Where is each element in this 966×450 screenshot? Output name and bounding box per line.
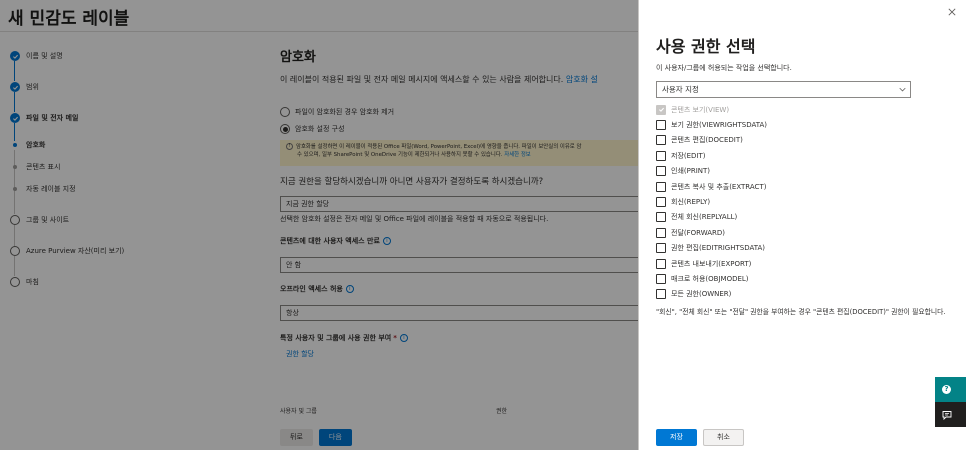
permission-label: 콘텐츠 보기(VIEW) <box>671 105 730 114</box>
panel-title: 사용 권한 선택 <box>656 37 756 56</box>
permission-label: 콘텐츠 내보내기(EXPORT) <box>671 259 752 268</box>
checkbox[interactable] <box>656 227 666 238</box>
permission-option[interactable]: 모든 권한(OWNER) <box>656 287 767 302</box>
cancel-button[interactable]: 취소 <box>703 429 744 446</box>
permission-option[interactable]: 인쇄(PRINT) <box>656 164 767 179</box>
checkbox[interactable] <box>656 289 666 300</box>
permission-option[interactable]: 권한 편집(EDITRIGHTSDATA) <box>656 241 767 256</box>
permission-label: 콘텐츠 복사 및 추출(EXTRACT) <box>671 182 767 191</box>
permission-label: 전체 회신(REPLYALL) <box>671 213 738 222</box>
checkbox[interactable] <box>656 120 666 131</box>
panel-subtitle: 이 사용자/그룹에 허용되는 작업을 선택합니다. <box>656 64 792 72</box>
checkbox[interactable] <box>656 212 666 223</box>
permission-label: 모든 권한(OWNER) <box>671 290 732 299</box>
permission-label: 콘텐츠 편집(DOCEDIT) <box>671 136 743 145</box>
help-button[interactable]: ? <box>935 377 966 402</box>
permission-option[interactable]: 전달(FORWARD) <box>656 225 767 240</box>
close-button[interactable] <box>946 6 958 18</box>
choose-permissions-panel: 사용 권한 선택 이 사용자/그룹에 허용되는 작업을 선택합니다. 사용자 지… <box>638 0 966 450</box>
permission-option[interactable]: 보기 권한(VIEWRIGHTSDATA) <box>656 117 767 132</box>
permission-label: 전달(FORWARD) <box>671 228 726 237</box>
permission-preset-dropdown[interactable]: 사용자 지정 <box>656 81 911 98</box>
permission-label: 보기 권한(VIEWRIGHTSDATA) <box>671 121 768 130</box>
permission-label: 회신(REPLY) <box>671 198 711 207</box>
checkbox-checked-icon <box>656 104 666 115</box>
checkbox[interactable] <box>656 135 666 146</box>
checkbox[interactable] <box>656 258 666 269</box>
permission-note: "회신", "전체 회신" 또는 "전달" 권한을 부여하는 경우 "콘텐츠 편… <box>656 308 946 316</box>
permission-option[interactable]: 회신(REPLY) <box>656 194 767 209</box>
permission-label: 인쇄(PRINT) <box>671 167 711 176</box>
permission-checkbox-list: 콘텐츠 보기(VIEW) 보기 권한(VIEWRIGHTSDATA) 콘텐츠 편집(… <box>656 102 767 302</box>
chevron-down-icon <box>899 87 906 92</box>
question-icon: ? <box>942 385 951 394</box>
checkbox[interactable] <box>656 243 666 254</box>
permission-option[interactable]: 매크로 허용(OBJMODEL) <box>656 271 767 286</box>
permission-option[interactable]: 콘텐츠 복사 및 추출(EXTRACT) <box>656 179 767 194</box>
checkbox[interactable] <box>656 273 666 284</box>
save-button[interactable]: 저장 <box>656 429 697 446</box>
permission-label: 권한 편집(EDITRIGHTSDATA) <box>671 244 765 253</box>
permission-option[interactable]: 저장(EDIT) <box>656 148 767 163</box>
permission-label: 매크로 허용(OBJMODEL) <box>671 274 749 283</box>
checkbox[interactable] <box>656 166 666 177</box>
modal-overlay[interactable] <box>0 0 640 450</box>
dropdown-value: 사용자 지정 <box>662 85 699 94</box>
checkbox[interactable] <box>656 181 666 192</box>
permission-option[interactable]: 전체 회신(REPLYALL) <box>656 210 767 225</box>
checkbox[interactable] <box>656 150 666 161</box>
checkbox[interactable] <box>656 197 666 208</box>
chat-icon <box>942 410 952 420</box>
permission-option[interactable]: 콘텐츠 편집(DOCEDIT) <box>656 133 767 148</box>
permission-option[interactable]: 콘텐츠 내보내기(EXPORT) <box>656 256 767 271</box>
close-icon <box>948 8 956 16</box>
feedback-button[interactable] <box>935 402 966 427</box>
permission-label: 저장(EDIT) <box>671 151 706 160</box>
permission-option: 콘텐츠 보기(VIEW) <box>656 102 767 117</box>
